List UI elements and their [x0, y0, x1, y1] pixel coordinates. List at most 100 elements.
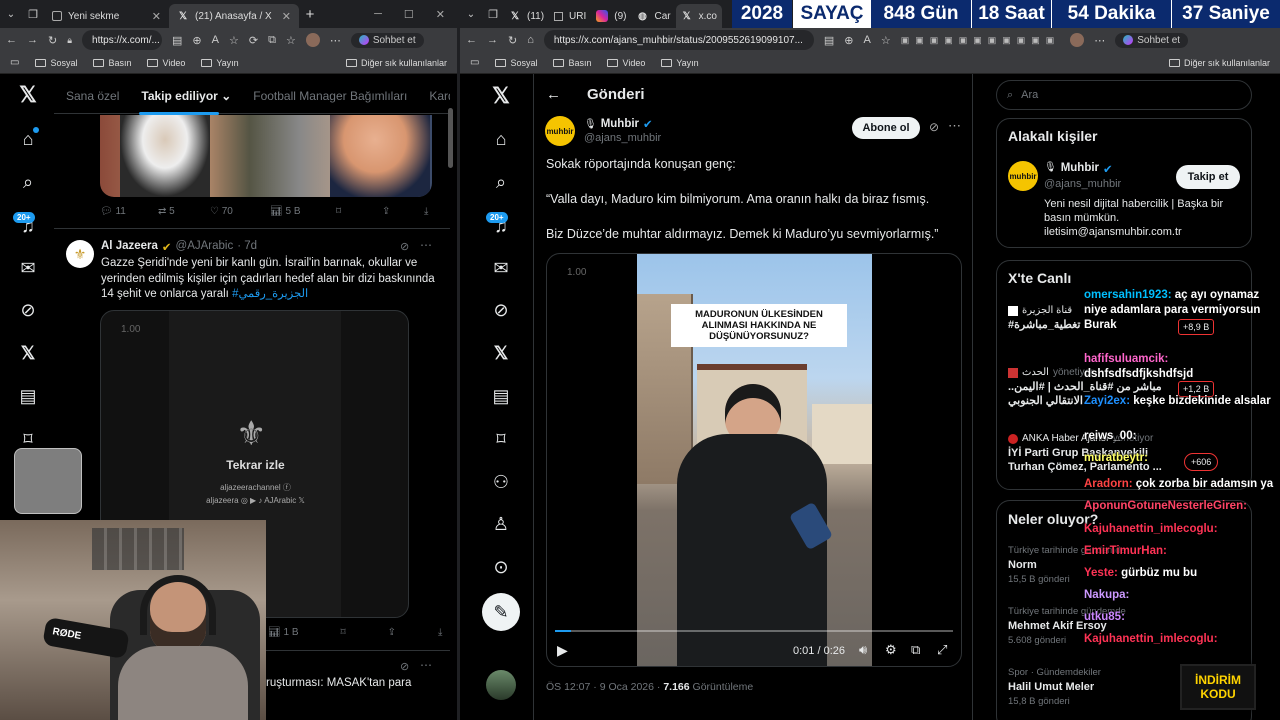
url-field[interactable]: https://x.com/ajans_muhbir/status/200955…: [543, 30, 814, 50]
refresh-icon[interactable]: ↻: [48, 34, 57, 47]
more-icon[interactable]: ⋯: [330, 34, 341, 47]
tweet-time[interactable]: · 7d: [237, 240, 257, 254]
pip-icon[interactable]: ⧉: [911, 642, 920, 658]
premium-x-icon[interactable]: 𝕏: [17, 342, 39, 364]
tab-instagram[interactable]: (9): [591, 4, 631, 28]
favorite-icon[interactable]: ☆: [229, 34, 239, 47]
tab-x-home[interactable]: 𝕏 (21) Anasayfa / X ✕: [169, 4, 299, 28]
refresh-icon[interactable]: ↻: [508, 34, 517, 47]
communities-icon[interactable]: ⚇: [490, 471, 512, 493]
reader-icon[interactable]: ▤: [172, 34, 182, 47]
extension-icons[interactable]: ▣▣▣▣▣▣▣▣▣▣▣: [901, 35, 1061, 46]
translate-icon[interactable]: A: [864, 34, 871, 46]
replay-button[interactable]: Tekrar izle: [101, 458, 408, 472]
home-icon[interactable]: ⌂: [527, 34, 534, 46]
reading-list-icon[interactable]: ▭: [470, 57, 479, 68]
tab-for-you[interactable]: Sana özel: [66, 89, 119, 103]
premium-x-icon[interactable]: 𝕏: [490, 342, 512, 364]
more-circle-icon[interactable]: ⊙: [490, 556, 512, 578]
url-field[interactable]: https://x.com/...: [82, 30, 163, 50]
bookmark-folder[interactable]: Basın: [553, 58, 591, 68]
views-button[interactable]: 📊︎ 5 B: [270, 206, 336, 217]
author-name[interactable]: Al Jazeera: [101, 240, 158, 254]
grok-icon[interactable]: ⊘: [490, 299, 512, 321]
search-icon[interactable]: ⌕: [490, 171, 512, 193]
x-logo-icon[interactable]: 𝕏: [490, 83, 512, 108]
avatar[interactable]: muhbir: [1008, 161, 1038, 191]
reader-icon[interactable]: ▤: [824, 34, 834, 47]
compose-post-button[interactable]: ✎: [482, 593, 520, 631]
post-video[interactable]: 1.00 MADURONUN ÜLKESİNDEN ALINMASI HAKKI…: [546, 253, 962, 667]
extensions-icon[interactable]: ⟳: [249, 34, 258, 47]
lists-icon[interactable]: ▤: [490, 385, 512, 407]
author-handle[interactable]: @ajans_muhbir: [584, 132, 661, 144]
profile-icon[interactable]: ♙: [490, 513, 512, 535]
favorite-icon[interactable]: ☆: [881, 34, 891, 47]
translate-icon[interactable]: A: [212, 34, 219, 46]
more-icon[interactable]: ⋯: [420, 658, 432, 672]
more-icon[interactable]: ⋯: [1094, 34, 1105, 47]
tab-x[interactable]: 𝕏 (11): [504, 4, 549, 28]
x-logo-icon[interactable]: 𝕏: [17, 82, 39, 107]
scrollbar[interactable]: [448, 108, 453, 168]
tab-actions-icon[interactable]: ⌄: [0, 9, 22, 20]
tab-x-post[interactable]: 𝕏x.co: [675, 4, 722, 28]
tab-uri[interactable]: URI: [549, 4, 591, 28]
bookmark-folder[interactable]: Basın: [93, 58, 131, 68]
reply-button[interactable]: 💬︎ 11: [100, 206, 158, 217]
download-icon[interactable]: ⤓: [438, 627, 442, 638]
zoom-icon[interactable]: ⊕: [844, 34, 853, 47]
collections-icon[interactable]: ⧉: [268, 34, 276, 47]
profile-avatar[interactable]: [305, 33, 320, 47]
follow-button[interactable]: Takip et: [1176, 165, 1240, 189]
download-icon[interactable]: ⤓: [424, 206, 428, 217]
bookmark-folder[interactable]: Sosyal: [35, 58, 77, 68]
tab-karde[interactable]: Karde: [429, 89, 450, 103]
bookmark-folder[interactable]: Video: [147, 58, 185, 68]
minimize-icon[interactable]: ─: [374, 8, 382, 21]
tab-following[interactable]: Takip ediliyor ⌄: [141, 89, 231, 103]
bookmark-folder[interactable]: Yayın: [661, 58, 699, 68]
volume-icon[interactable]: 🔊︎: [859, 642, 867, 658]
author-handle[interactable]: @AJArabic: [176, 240, 234, 254]
close-window-icon[interactable]: ✕: [436, 8, 445, 21]
lists-icon[interactable]: ▤: [17, 385, 39, 407]
bookmark-folder[interactable]: Sosyal: [495, 58, 537, 68]
video-progress-track[interactable]: [555, 630, 953, 632]
author-avatar[interactable]: muhbir: [545, 116, 575, 146]
tab-football-manager[interactable]: Football Manager Bağımlıları: [253, 89, 407, 103]
search-icon[interactable]: ⌕: [17, 171, 39, 193]
retweet-button[interactable]: ⇄ 5: [158, 206, 210, 217]
bookmark-folder-other[interactable]: Diğer sık kullanılanlar: [1168, 58, 1270, 68]
tab-actions-icon[interactable]: ⌄: [460, 9, 482, 20]
messages-icon[interactable]: ✉: [17, 257, 39, 279]
account-avatar[interactable]: [486, 670, 516, 700]
back-icon[interactable]: ←: [6, 34, 17, 46]
forward-icon[interactable]: →: [27, 34, 38, 46]
bookmark-button[interactable]: ⌑: [341, 627, 346, 638]
bookmarks-icon[interactable]: ⌑: [490, 428, 512, 450]
bookmarks-icon[interactable]: ⌑: [17, 428, 39, 450]
avatar[interactable]: ⚜: [66, 240, 94, 268]
share-button[interactable]: ⇪: [382, 206, 424, 217]
copilot-button[interactable]: Sohbet et: [350, 32, 424, 48]
back-icon[interactable]: ←: [466, 34, 477, 46]
more-icon[interactable]: ⋯: [948, 118, 961, 134]
play-icon[interactable]: ▶: [557, 642, 568, 659]
workspaces-icon[interactable]: ❐: [22, 8, 44, 21]
like-button[interactable]: ♡ 70: [210, 206, 270, 217]
search-box[interactable]: ⌕ Ara: [996, 80, 1252, 110]
grok-icon[interactable]: ⊘: [929, 120, 939, 134]
grok-icon[interactable]: ⊘: [400, 240, 409, 253]
maximize-icon[interactable]: ☐: [404, 8, 414, 21]
subscribe-button[interactable]: Abone ol: [852, 117, 920, 139]
reading-list-icon[interactable]: ▭: [10, 57, 19, 68]
views-button[interactable]: 📊︎ 1 B: [268, 627, 299, 638]
share-button[interactable]: ⇪: [388, 627, 396, 638]
home-icon[interactable]: ⌂: [490, 128, 512, 150]
grok-icon[interactable]: ⊘: [17, 299, 39, 321]
forward-icon[interactable]: →: [487, 34, 498, 46]
tab-globe[interactable]: ◍ Car: [632, 4, 676, 28]
profile-avatar[interactable]: [1070, 33, 1085, 47]
related-name[interactable]: Muhbir: [1061, 162, 1099, 176]
